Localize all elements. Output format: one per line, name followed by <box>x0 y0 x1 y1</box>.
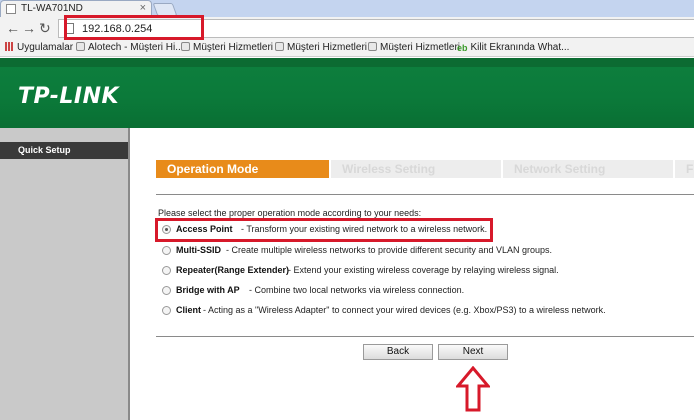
bookmarks-bar: Uygulamalar Alotech - Müşteri Hi... Müşt… <box>0 40 694 57</box>
mode-name: Repeater(Range Extender) <box>176 265 290 275</box>
divider <box>156 336 694 337</box>
kilit-icon: eb <box>457 43 468 53</box>
page-icon <box>368 42 377 51</box>
mode-description: - Acting as a "Wireless Adapter" to conn… <box>203 305 606 315</box>
page-icon <box>181 42 190 51</box>
page-icon <box>76 42 85 51</box>
menu-item-quick-setup[interactable]: Quick Setup <box>0 142 128 159</box>
close-tab-icon[interactable]: × <box>140 2 146 14</box>
back-button[interactable]: Back <box>363 344 433 360</box>
setup-steps: Operation Mode Wireless Setting Network … <box>156 160 694 178</box>
bookmark-item[interactable]: Müşteri Hizmetleri <box>368 42 460 53</box>
up-arrow-icon <box>456 366 490 412</box>
bookmark-item[interactable]: Alotech - Müşteri Hi... <box>76 42 184 53</box>
page-icon <box>275 42 284 51</box>
router-header: TP-LINK <box>0 58 694 128</box>
mode-name: Multi-SSID <box>176 245 221 255</box>
mode-name: Bridge with AP <box>176 285 240 295</box>
bookmark-apps[interactable]: Uygulamalar <box>5 42 73 53</box>
radio-repeater[interactable] <box>162 266 171 275</box>
tp-link-logo: TP-LINK <box>18 84 120 109</box>
bookmark-item[interactable]: eb Kilit Ekranında What... <box>457 42 569 53</box>
radio-client[interactable] <box>162 306 171 315</box>
page-icon <box>6 4 16 14</box>
instruction-text: Please select the proper operation mode … <box>158 208 422 218</box>
left-menu: Quick Setup <box>0 128 130 420</box>
reload-icon[interactable]: ↻ <box>39 20 51 36</box>
menu-item-label: Quick Setup <box>18 145 71 155</box>
mode-description: - Combine two local networks via wireles… <box>249 285 465 295</box>
header-band <box>0 58 694 67</box>
main-content: Operation Mode Wireless Setting Network … <box>132 128 694 420</box>
step-wireless-setting: Wireless Setting <box>329 160 501 178</box>
tab-title: TL-WA701ND <box>21 3 83 14</box>
step-operation-mode: Operation Mode <box>156 160 329 178</box>
bookmark-item[interactable]: Müşteri Hizmetleri <box>275 42 367 53</box>
apps-icon <box>5 42 14 51</box>
back-arrow-icon[interactable]: ← <box>6 20 20 36</box>
divider <box>156 194 694 195</box>
step-network-setting: Network Setting <box>501 160 673 178</box>
bookmark-item[interactable]: Müşteri Hizmetleri <box>181 42 273 53</box>
radio-bridge[interactable] <box>162 286 171 295</box>
radio-multi-ssid[interactable] <box>162 246 171 255</box>
forward-arrow-icon[interactable]: → <box>22 20 36 36</box>
mode-name: Client <box>176 305 202 315</box>
step-finish: Finish <box>673 160 694 178</box>
next-button[interactable]: Next <box>438 344 508 360</box>
access-point-highlight-box <box>155 218 493 242</box>
url-highlight-box <box>64 15 204 40</box>
mode-description: - Create multiple wireless networks to p… <box>226 245 552 255</box>
mode-description: - Extend your existing wireless coverage… <box>288 265 559 275</box>
